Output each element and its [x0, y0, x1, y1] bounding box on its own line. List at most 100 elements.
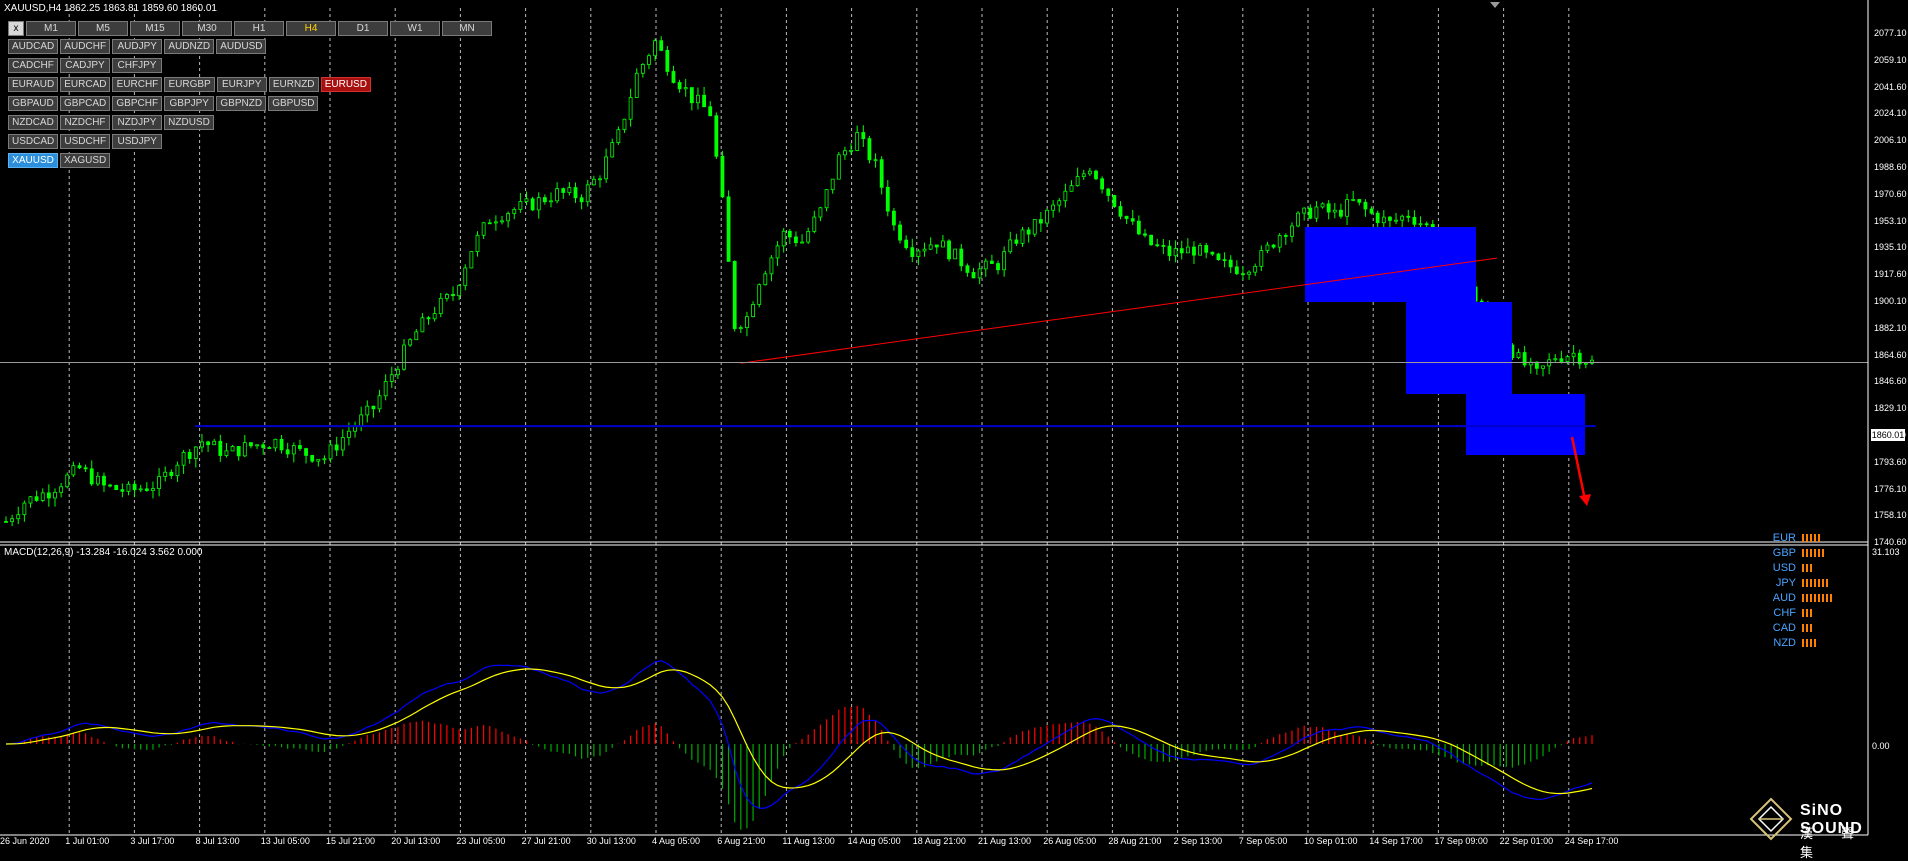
date-axis-label: 3 Jul 17:00 — [130, 836, 175, 846]
candle-body — [279, 438, 284, 451]
candle-body — [1320, 203, 1325, 208]
candle-body — [1063, 190, 1068, 202]
symbol-button-cadchf[interactable]: CADCHF — [8, 58, 58, 73]
strength-bar — [1802, 533, 1804, 542]
symbol-button-eurcad[interactable]: EURCAD — [60, 77, 111, 92]
candle-body — [77, 465, 82, 469]
symbol-button-nzdusd[interactable]: NZDUSD — [164, 115, 214, 130]
symbol-button-xauusd[interactable]: XAUUSD — [8, 153, 58, 168]
timeframe-toolbar: x M1 M5 M15 M30 H1 H4 D1 W1 MN — [8, 21, 492, 36]
symbol-button-eurgbp[interactable]: EURGBP — [164, 77, 215, 92]
symbol-button-xagusd[interactable]: XAGUSD — [60, 153, 111, 168]
candle-body — [1198, 245, 1202, 256]
symbol-button-cadjpy[interactable]: CADJPY — [60, 58, 110, 73]
symbol-button-eurnzd[interactable]: EURNZD — [268, 77, 319, 92]
timeframe-button-d1[interactable]: D1 — [338, 21, 388, 36]
macd-indicator — [5, 660, 1593, 830]
symbol-button-nzdchf[interactable]: NZDCHF — [60, 115, 110, 130]
candle-body — [212, 440, 217, 446]
date-axis-label: 2 Sep 13:00 — [1173, 836, 1223, 846]
symbol-button-audnzd[interactable]: AUDNZD — [164, 39, 215, 54]
close-panel-button[interactable]: x — [8, 21, 24, 36]
candle-body — [1351, 199, 1356, 201]
price-axis-label: 1846.60 — [1874, 376, 1907, 387]
price-axis-label: 1935.10 — [1874, 242, 1907, 253]
symbol-button-gbpjpy[interactable]: GBPJPY — [164, 96, 215, 111]
strength-bar — [1814, 593, 1816, 602]
candle-body — [683, 87, 688, 90]
strength-bar — [1810, 548, 1812, 557]
symbol-button-usdjpy[interactable]: USDJPY — [112, 134, 163, 149]
candle-body — [1106, 188, 1111, 196]
date-axis-label: 23 Jul 05:00 — [456, 836, 506, 846]
candle-body — [1357, 199, 1362, 203]
candle-body — [996, 263, 1000, 271]
candle-body — [1032, 219, 1037, 235]
candle-body — [922, 248, 927, 252]
symbol-button-eurjpy[interactable]: EURJPY — [216, 77, 267, 92]
date-axis-label: 22 Sep 01:00 — [1499, 836, 1554, 846]
candle-body — [757, 284, 762, 305]
symbol-button-audjpy[interactable]: AUDJPY — [112, 39, 163, 54]
symbol-button-nzdjpy[interactable]: NZDJPY — [112, 115, 162, 130]
timeframe-button-m5[interactable]: M5 — [78, 21, 128, 36]
timeframe-button-h4[interactable]: H4 — [286, 21, 336, 36]
candle-body — [1112, 195, 1117, 207]
symbol-button-gbpaud[interactable]: GBPAUD — [8, 96, 58, 111]
timeframe-button-m30[interactable]: M30 — [182, 21, 232, 36]
symbol-button-euraud[interactable]: EURAUD — [8, 77, 59, 92]
symbol-button-eurusd[interactable]: EURUSD — [320, 77, 371, 92]
symbol-button-audusd[interactable]: AUDUSD — [216, 39, 267, 54]
candle-body — [1302, 207, 1307, 214]
candle-body — [114, 485, 119, 491]
strength-bar — [1802, 638, 1804, 647]
date-axis-label: 24 Sep 17:00 — [1564, 836, 1619, 846]
candle-body — [800, 241, 804, 244]
candle-body — [585, 184, 590, 203]
candle-body — [383, 381, 388, 397]
symbol-button-audcad[interactable]: AUDCAD — [8, 39, 59, 54]
currency-name: CAD — [1772, 621, 1796, 634]
timeframe-button-h1[interactable]: H1 — [234, 21, 284, 36]
candle-body — [567, 187, 572, 193]
date-axis-label: 30 Jul 13:00 — [586, 836, 636, 846]
candle-body — [157, 476, 161, 489]
candle-body — [304, 448, 308, 456]
candle-body — [873, 159, 878, 162]
symbol-button-gbpusd[interactable]: GBPUSD — [268, 96, 319, 111]
symbol-button-audchf[interactable]: AUDCHF — [60, 39, 111, 54]
candle-body — [977, 268, 982, 279]
candle-body — [340, 437, 345, 451]
strength-bar — [1826, 593, 1828, 602]
candle-body — [941, 240, 945, 248]
symbol-button-gbpchf[interactable]: GBPCHF — [112, 96, 163, 111]
timeframe-button-mn[interactable]: MN — [442, 21, 492, 36]
timeframe-button-w1[interactable]: W1 — [390, 21, 440, 36]
candle-body — [46, 492, 51, 499]
candle-body — [983, 260, 988, 270]
timeframe-button-m1[interactable]: M1 — [26, 21, 76, 36]
candle-body — [836, 154, 841, 180]
candle-body — [1057, 200, 1062, 206]
candle-body — [1424, 223, 1429, 226]
strength-bar — [1810, 578, 1812, 587]
symbol-button-gbpcad[interactable]: GBPCAD — [60, 96, 111, 111]
candle-body — [1559, 358, 1564, 362]
symbol-button-gbpnzd[interactable]: GBPNZD — [216, 96, 267, 111]
symbol-button-chfjpy[interactable]: CHFJPY — [112, 58, 162, 73]
date-axis-label: 13 Jul 05:00 — [260, 836, 310, 846]
candle-body — [1185, 246, 1190, 254]
timeframe-button-m15[interactable]: M15 — [130, 21, 180, 36]
candle-body — [163, 471, 168, 477]
candle-body — [1228, 259, 1233, 268]
candle-body — [506, 213, 511, 222]
candle-body — [371, 405, 376, 410]
date-axis-label: 26 Aug 05:00 — [1043, 836, 1097, 846]
symbol-button-eurchf[interactable]: EURCHF — [112, 77, 163, 92]
price-axis-label: 1900.10 — [1874, 296, 1907, 306]
symbol-button-usdchf[interactable]: USDCHF — [60, 134, 111, 149]
symbol-button-nzdcad[interactable]: NZDCAD — [8, 115, 58, 130]
strength-row-nzd: NZD — [1762, 635, 1834, 650]
symbol-button-usdcad[interactable]: USDCAD — [8, 134, 59, 149]
candle-body — [769, 257, 774, 275]
